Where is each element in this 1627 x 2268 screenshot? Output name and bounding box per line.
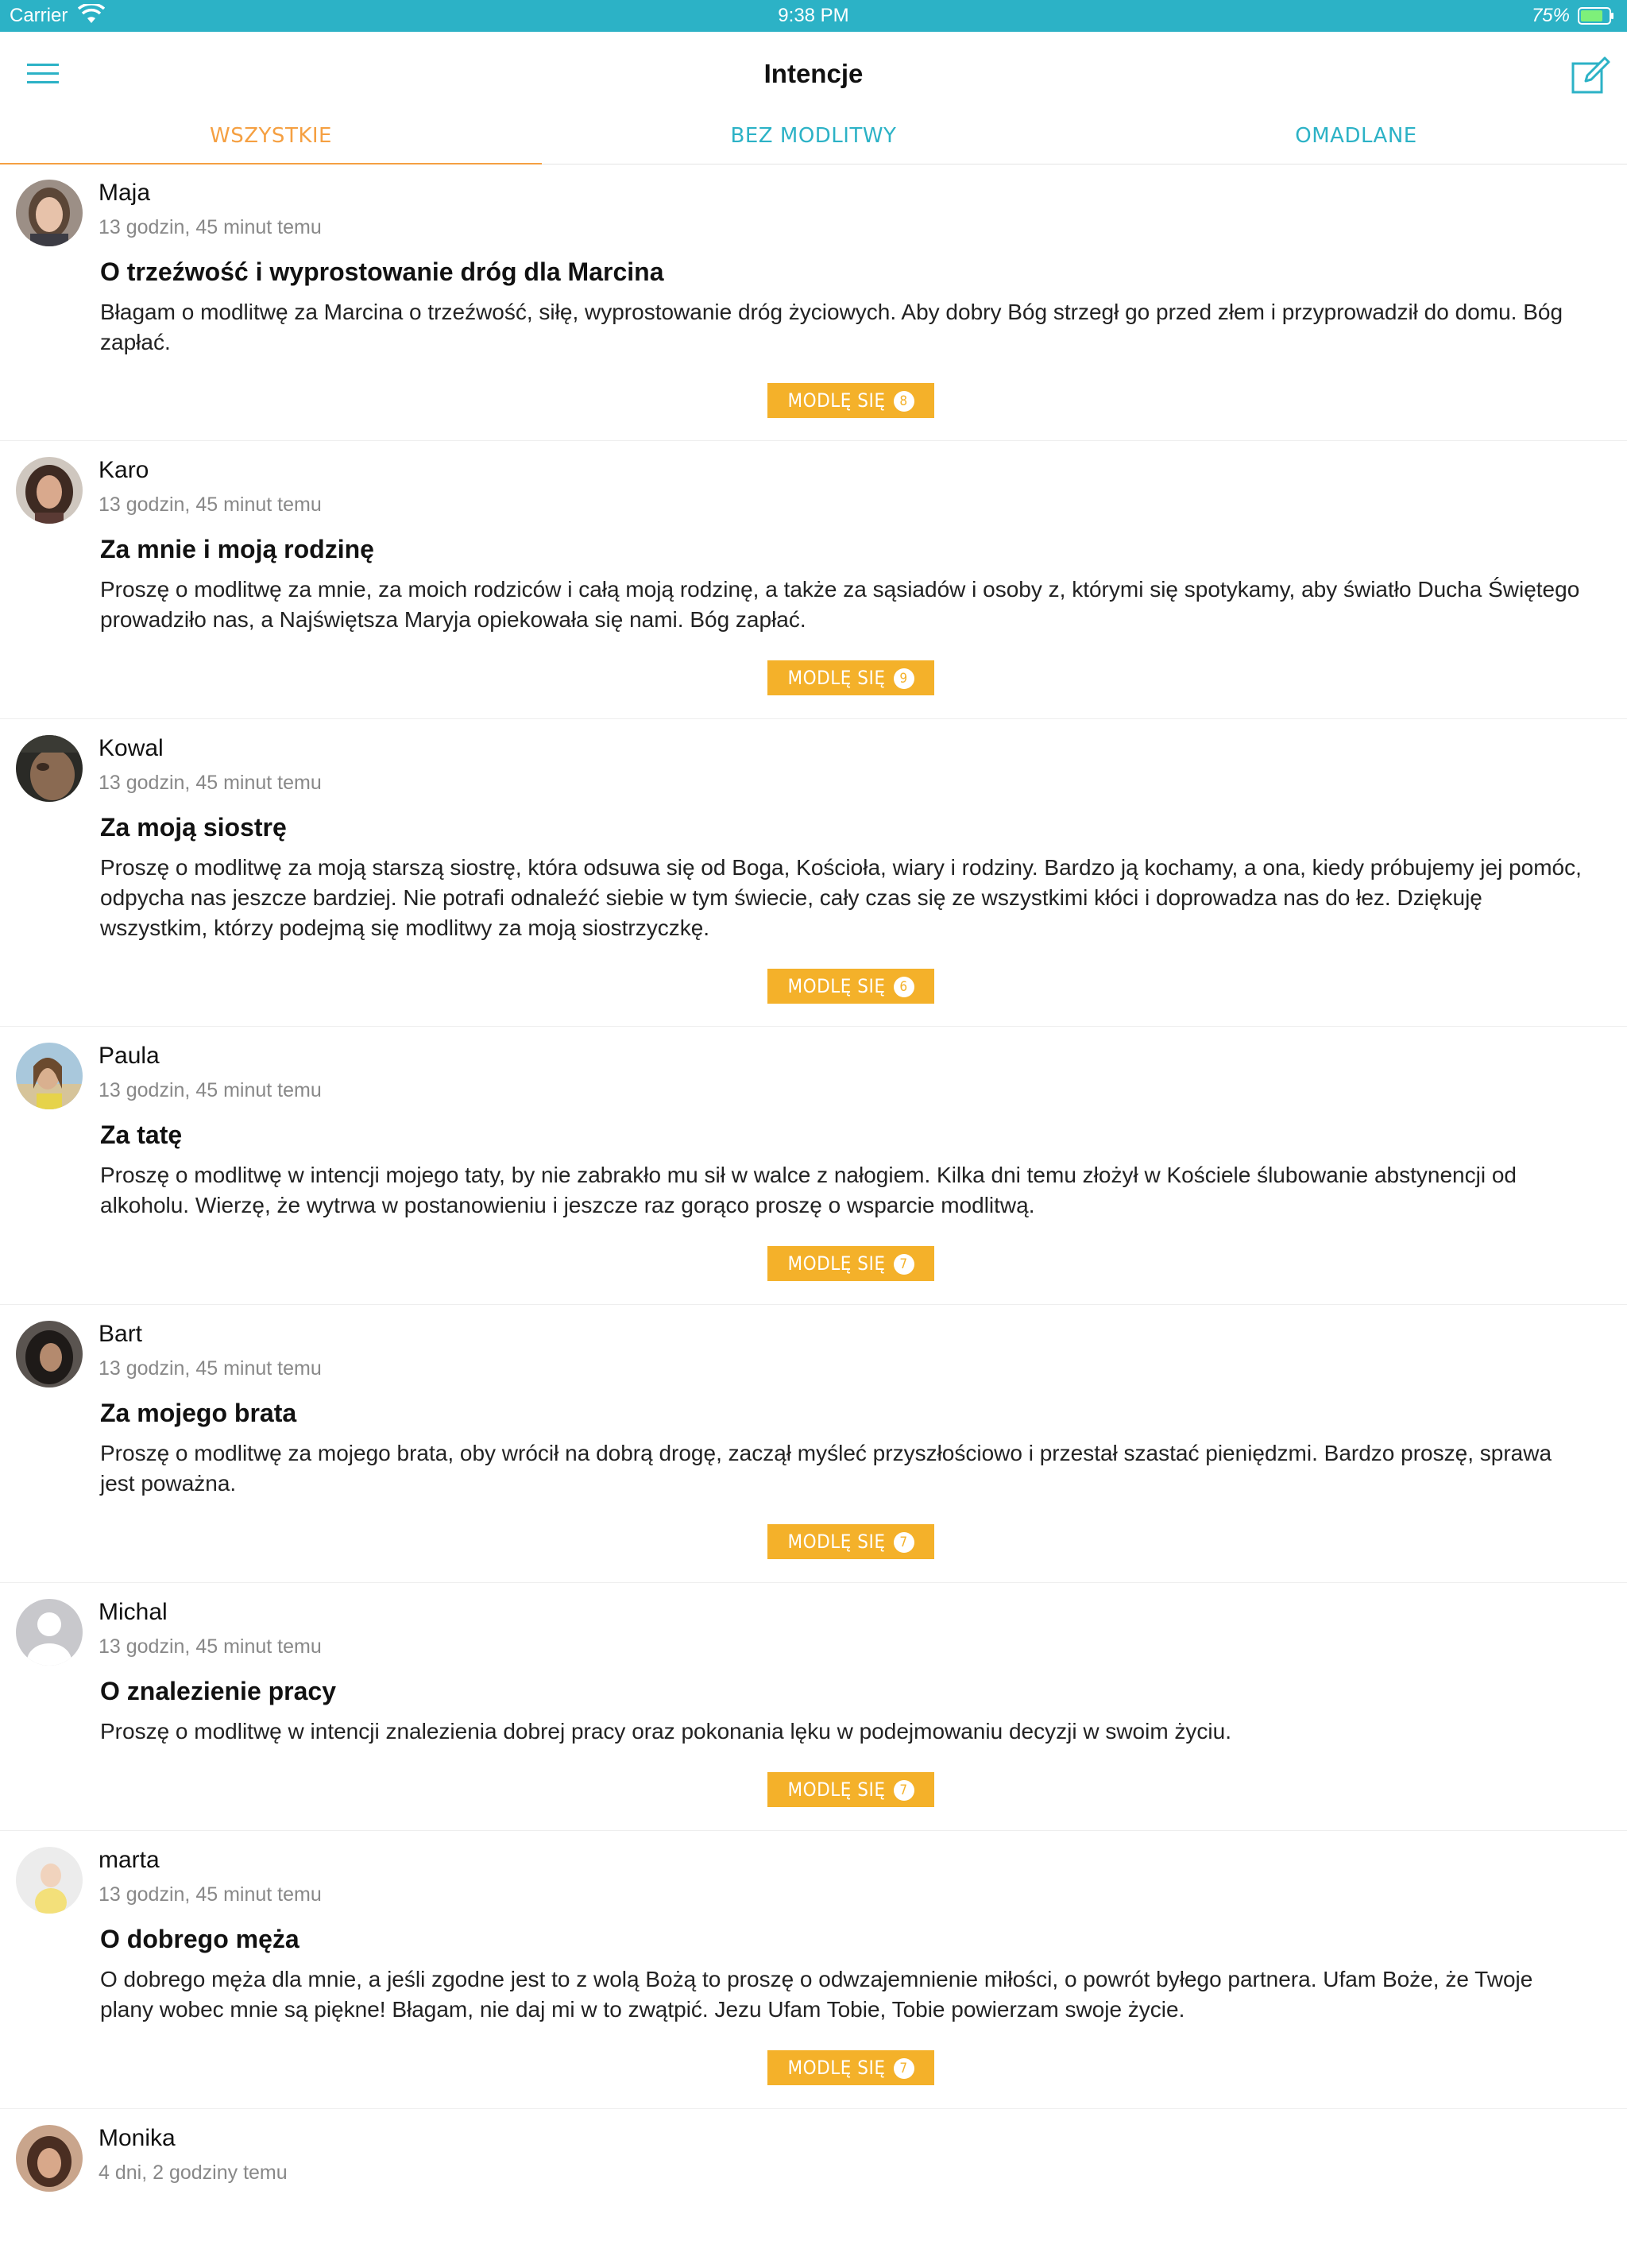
timestamp: 13 godzin, 45 minut temu — [99, 1357, 322, 1380]
intention-card: Kowal 13 godzin, 45 minut temu Za moją s… — [0, 719, 1627, 1027]
avatar — [16, 1043, 83, 1109]
default-avatar-icon — [16, 1599, 83, 1666]
pray-button-label: MODLĘ SIĘ — [787, 1531, 886, 1553]
timestamp: 13 godzin, 45 minut temu — [99, 493, 322, 516]
battery-icon — [1578, 7, 1613, 25]
author-name: Kowal — [99, 735, 164, 761]
status-bar: Carrier 9:38 PM 75% — [0, 0, 1627, 32]
timestamp: 13 godzin, 45 minut temu — [99, 216, 322, 238]
pray-button-label: MODLĘ SIĘ — [787, 1252, 886, 1275]
timestamp: 13 godzin, 45 minut temu — [99, 1079, 322, 1101]
pray-button-label: MODLĘ SIĘ — [787, 1778, 886, 1801]
pray-button[interactable]: MODLĘ SIĘ 6 — [767, 969, 934, 1004]
author-name: Paula — [99, 1043, 160, 1069]
pray-button[interactable]: MODLĘ SIĘ 7 — [767, 1524, 934, 1559]
intention-card: Karo 13 godzin, 45 minut temu Za mnie i … — [0, 441, 1627, 719]
intention-card: Monika 4 dni, 2 godziny temu — [0, 2109, 1627, 2268]
intention-card: Michal 13 godzin, 45 minut temu O znalez… — [0, 1583, 1627, 1831]
intention-card: Paula 13 godzin, 45 minut temu Za tatę P… — [0, 1027, 1627, 1305]
pray-button-label: MODLĘ SIĘ — [787, 975, 886, 997]
intention-body: O dobrego męża dla mnie, a jeśli zgodne … — [100, 1967, 1533, 2022]
timestamp: 13 godzin, 45 minut temu — [99, 1635, 322, 1658]
pray-button-label: MODLĘ SIĘ — [787, 2057, 886, 2079]
avatar — [16, 1599, 83, 1666]
avatar — [16, 180, 83, 246]
intention-title: Za mojego brata — [100, 1399, 297, 1427]
timestamp: 4 dni, 2 godziny temu — [99, 2162, 288, 2184]
intention-card: Bart 13 godzin, 45 minut temu Za mojego … — [0, 1305, 1627, 1583]
intention-body: Proszę o modlitwę w intencji mojego taty… — [100, 1163, 1517, 1217]
author-name: marta — [99, 1847, 160, 1873]
author-name: Monika — [99, 2125, 176, 2151]
author-name: Maja — [99, 180, 151, 206]
author-name: Michal — [99, 1599, 168, 1625]
battery-percentage: 75% — [1531, 5, 1570, 26]
intention-body: Proszę o modlitwę za mnie, za moich rodz… — [100, 577, 1580, 632]
intentions-feed[interactable]: Maja 13 godzin, 45 minut temu O trzeźwoś… — [0, 164, 1627, 2268]
tab-bar: WSZYSTKIE BEZ MODLITWY OMADLANE — [0, 111, 1627, 164]
pray-count-badge: 7 — [893, 1254, 914, 1275]
author-name: Bart — [99, 1321, 143, 1347]
pray-button[interactable]: MODLĘ SIĘ 7 — [767, 2050, 934, 2085]
intention-title: O znalezienie pracy — [100, 1677, 337, 1705]
intention-title: Za tatę — [100, 1120, 183, 1149]
compose-button[interactable] — [1570, 54, 1611, 95]
pray-button[interactable]: MODLĘ SIĘ 8 — [767, 383, 934, 418]
intention-body: Proszę o modlitwę za moją starszą siostr… — [100, 855, 1582, 940]
avatar — [16, 457, 83, 524]
intention-title: Za mnie i moją rodzinę — [100, 535, 374, 563]
intention-title: Za moją siostrę — [100, 813, 287, 842]
clock: 9:38 PM — [778, 5, 849, 26]
timestamp: 13 godzin, 45 minut temu — [99, 1883, 322, 1906]
compose-edit-icon — [1571, 56, 1610, 94]
avatar — [16, 1847, 83, 1914]
intention-card: Maja 13 godzin, 45 minut temu O trzeźwoś… — [0, 164, 1627, 441]
page-title: Intencje — [763, 59, 864, 88]
intention-title: O trzeźwość i wyprostowanie dróg dla Mar… — [100, 257, 664, 286]
pray-button[interactable]: MODLĘ SIĘ 7 — [767, 1246, 934, 1281]
avatar — [16, 2125, 83, 2192]
pray-button[interactable]: MODLĘ SIĘ 9 — [767, 660, 934, 695]
timestamp: 13 godzin, 45 minut temu — [99, 772, 322, 794]
intention-body: Proszę o modlitwę za mojego brata, oby w… — [100, 1441, 1552, 1496]
tab-all[interactable]: WSZYSTKIE — [0, 111, 542, 164]
pray-count-badge: 8 — [893, 391, 914, 412]
avatar — [16, 1321, 83, 1388]
pray-count-badge: 7 — [893, 1532, 914, 1553]
intention-card: marta 13 godzin, 45 minut temu O dobrego… — [0, 1831, 1627, 2109]
pray-button[interactable]: MODLĘ SIĘ 7 — [767, 1772, 934, 1807]
author-name: Karo — [99, 457, 149, 483]
pray-count-badge: 7 — [893, 1780, 914, 1801]
avatar — [16, 735, 83, 802]
pray-count-badge: 9 — [893, 668, 914, 689]
tab-without-prayer[interactable]: BEZ MODLITWY — [543, 111, 1084, 164]
intention-body: Błagam o modlitwę za Marcina o trzeźwość… — [100, 300, 1563, 354]
intention-body: Proszę o modlitwę w intencji znalezienia… — [100, 1719, 1232, 1744]
pray-count-badge: 7 — [893, 2058, 914, 2079]
intention-title: O dobrego męża — [100, 1925, 300, 1953]
tab-prayed[interactable]: OMADLANE — [1085, 111, 1627, 164]
pray-button-label: MODLĘ SIĘ — [787, 667, 886, 689]
pray-count-badge: 6 — [893, 977, 914, 997]
pray-button-label: MODLĘ SIĘ — [787, 389, 886, 412]
